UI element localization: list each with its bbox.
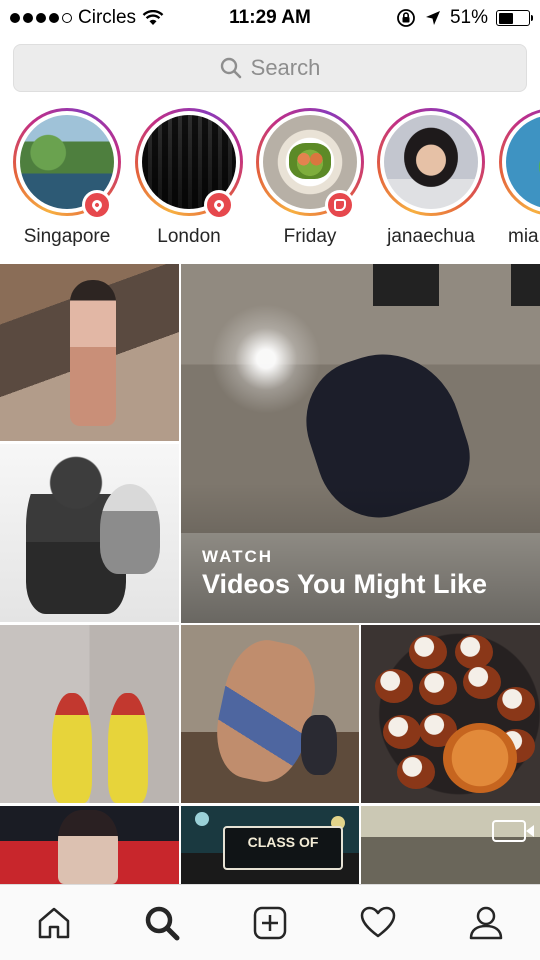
activity-heart-icon xyxy=(360,906,396,937)
location-arrow-icon xyxy=(425,11,440,25)
story-london[interactable]: London xyxy=(134,108,244,248)
story-janaechua[interactable]: janaechua xyxy=(376,108,486,248)
story-thumbnail xyxy=(506,115,540,209)
stories-tray[interactable]: Singapore London Friday janaechua mia xyxy=(0,108,540,260)
explore-post-photo[interactable] xyxy=(0,264,179,441)
tab-search[interactable] xyxy=(132,893,192,953)
explore-post-photo[interactable] xyxy=(181,625,359,803)
watch-videos-tile[interactable]: WATCH Videos You Might Like xyxy=(181,264,540,623)
story-thumbnail xyxy=(384,115,478,209)
tab-home[interactable] xyxy=(24,893,84,953)
explore-post-photo[interactable] xyxy=(0,625,179,803)
light-flare xyxy=(211,304,321,414)
tab-activity[interactable] xyxy=(348,893,408,953)
tab-new-post[interactable] xyxy=(240,893,300,953)
graduation-board: CLASS OF xyxy=(223,826,343,870)
status-bar: Circles 11:29 AM 51% xyxy=(0,0,540,36)
story-ring xyxy=(499,108,540,216)
explore-post-photo[interactable] xyxy=(361,625,540,803)
tab-bar xyxy=(0,884,540,960)
location-pin-icon xyxy=(82,190,112,220)
search-input[interactable]: Search xyxy=(13,44,527,92)
window xyxy=(373,264,439,306)
new-post-icon xyxy=(253,906,287,939)
window xyxy=(511,264,540,306)
story-label: Friday xyxy=(283,226,337,247)
explore-post-photo[interactable] xyxy=(0,444,179,622)
story-ring xyxy=(377,108,485,216)
battery-fill xyxy=(498,12,514,24)
profile-icon xyxy=(469,906,503,939)
home-icon xyxy=(38,907,70,938)
explore-grid: WATCH Videos You Might Like CLASS OF xyxy=(0,264,540,884)
wifi-icon xyxy=(142,10,164,25)
story-sticker-icon xyxy=(325,190,355,220)
status-left: Circles xyxy=(10,7,200,29)
rotation-lock-icon xyxy=(397,9,415,27)
explore-post-photo[interactable] xyxy=(0,806,179,884)
dip-bowl xyxy=(443,723,517,793)
search-placeholder: Search xyxy=(250,55,321,80)
search-icon xyxy=(145,906,180,940)
location-pin-icon xyxy=(204,190,234,220)
signal-strength-icon xyxy=(10,13,72,23)
story-label: janaechua xyxy=(387,226,475,247)
status-right: 51% xyxy=(340,7,533,29)
battery-icon xyxy=(496,10,533,26)
story-label: London xyxy=(157,226,221,247)
watch-title: Videos You Might Like xyxy=(202,569,488,599)
explore-post-video[interactable] xyxy=(361,806,540,884)
watch-label: WATCH xyxy=(202,547,274,566)
clock: 11:29 AM xyxy=(229,7,311,28)
story-singapore[interactable]: Singapore xyxy=(12,108,122,248)
tab-profile[interactable] xyxy=(456,893,516,953)
carrier-name: Circles xyxy=(78,7,137,28)
battery-percent: 51% xyxy=(449,7,488,28)
explore-post-photo[interactable]: CLASS OF xyxy=(181,806,359,884)
story-label: Singapore xyxy=(23,226,111,247)
story-mia[interactable]: mia xyxy=(498,108,540,248)
video-camera-icon xyxy=(492,820,534,842)
story-friday[interactable]: Friday xyxy=(255,108,365,248)
story-label: mia xyxy=(508,226,539,247)
search-icon xyxy=(220,57,242,79)
